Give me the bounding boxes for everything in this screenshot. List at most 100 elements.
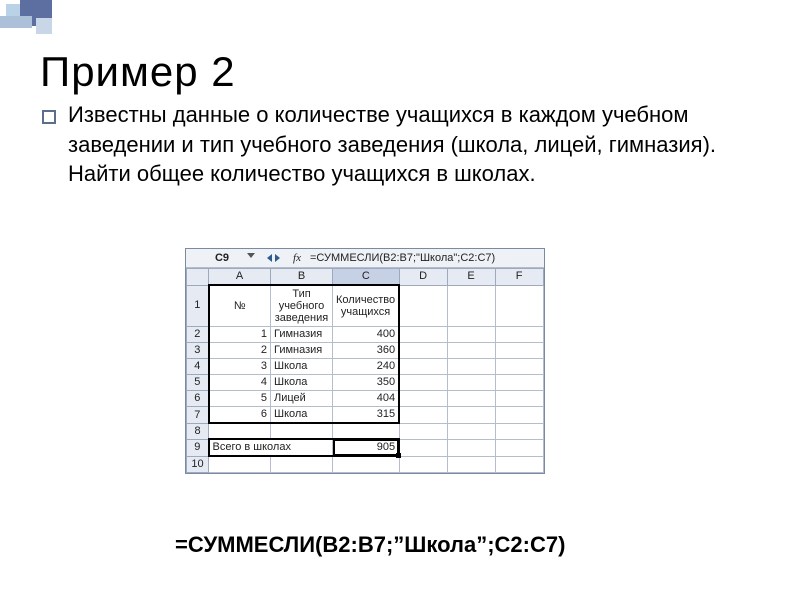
cell-E3[interactable] (447, 343, 495, 359)
data-row: 7 6 Школа 315 (187, 407, 544, 424)
cell-F10[interactable] (495, 456, 543, 472)
empty-row: 10 (187, 456, 544, 472)
row-header-8[interactable]: 8 (187, 423, 209, 439)
data-row: 6 5 Лицей 404 (187, 391, 544, 407)
cell-D7[interactable] (399, 407, 447, 424)
row-header-3[interactable]: 3 (187, 343, 209, 359)
data-row: 4 3 Школа 240 (187, 359, 544, 375)
row-header-2[interactable]: 2 (187, 327, 209, 343)
data-row: 3 2 Гимназия 360 (187, 343, 544, 359)
row-header-7[interactable]: 7 (187, 407, 209, 424)
cell-F2[interactable] (495, 327, 543, 343)
cell-D5[interactable] (399, 375, 447, 391)
cell-A1[interactable]: № (209, 285, 271, 327)
cell-A10[interactable] (209, 456, 271, 472)
cell-E5[interactable] (447, 375, 495, 391)
cell-E9[interactable] (447, 439, 495, 456)
cell-E4[interactable] (447, 359, 495, 375)
data-row: 2 1 Гимназия 400 (187, 327, 544, 343)
cell-C4[interactable]: 240 (333, 359, 400, 375)
cell-F1[interactable] (495, 285, 543, 327)
data-row: 5 4 Школа 350 (187, 375, 544, 391)
cell-B5[interactable]: Школа (271, 375, 333, 391)
cell-C10[interactable] (333, 456, 400, 472)
row-header-1[interactable]: 1 (187, 285, 209, 327)
spreadsheet: C9 fx =СУММЕСЛИ(B2:B7;"Школа";C2:C7) A B… (185, 248, 545, 474)
row-header-5[interactable]: 5 (187, 375, 209, 391)
cell-E7[interactable] (447, 407, 495, 424)
select-all-corner[interactable] (187, 269, 209, 286)
fx-label[interactable]: fx (288, 252, 306, 264)
cell-A8[interactable] (209, 423, 271, 439)
column-header-row: A B C D E F (187, 269, 544, 286)
cell-E8[interactable] (447, 423, 495, 439)
bullet-icon (42, 110, 56, 124)
cell-F6[interactable] (495, 391, 543, 407)
cell-B10[interactable] (271, 456, 333, 472)
cell-E2[interactable] (447, 327, 495, 343)
cell-B1[interactable]: Тип учебного заведения (271, 285, 333, 327)
row-header-9[interactable]: 9 (187, 439, 209, 456)
chevron-down-icon[interactable] (247, 253, 255, 258)
cell-total-label[interactable]: Всего в школах (209, 439, 333, 456)
cell-E10[interactable] (447, 456, 495, 472)
cell-D8[interactable] (399, 423, 447, 439)
col-header-F[interactable]: F (495, 269, 543, 286)
cell-F5[interactable] (495, 375, 543, 391)
cell-F7[interactable] (495, 407, 543, 424)
formula-bar: C9 fx =СУММЕСЛИ(B2:B7;"Школа";C2:C7) (186, 249, 544, 268)
col-header-D[interactable]: D (399, 269, 447, 286)
data-header-row: 1 № Тип учебного заведения Количество уч… (187, 285, 544, 327)
cell-C2[interactable]: 400 (333, 327, 400, 343)
cell-A4[interactable]: 3 (209, 359, 271, 375)
formula-nav[interactable] (258, 254, 288, 262)
row-header-4[interactable]: 4 (187, 359, 209, 375)
cell-B6[interactable]: Лицей (271, 391, 333, 407)
cell-D2[interactable] (399, 327, 447, 343)
cell-B7[interactable]: Школа (271, 407, 333, 424)
cell-E1[interactable] (447, 285, 495, 327)
cell-C1[interactable]: Количество учащихся (333, 285, 400, 327)
cell-A6[interactable]: 5 (209, 391, 271, 407)
cell-B4[interactable]: Школа (271, 359, 333, 375)
empty-row: 8 (187, 423, 544, 439)
total-row: 9 Всего в школах 905 (187, 439, 544, 456)
cell-B2[interactable]: Гимназия (271, 327, 333, 343)
name-box-value: C9 (215, 252, 229, 264)
cell-C9[interactable]: 905 (333, 439, 400, 456)
cell-F4[interactable] (495, 359, 543, 375)
row-header-6[interactable]: 6 (187, 391, 209, 407)
cell-E6[interactable] (447, 391, 495, 407)
cell-F8[interactable] (495, 423, 543, 439)
cell-F3[interactable] (495, 343, 543, 359)
col-header-B[interactable]: B (271, 269, 333, 286)
cell-A7[interactable]: 6 (209, 407, 271, 424)
cell-A2[interactable]: 1 (209, 327, 271, 343)
cell-A5[interactable]: 4 (209, 375, 271, 391)
cell-D10[interactable] (399, 456, 447, 472)
col-header-C[interactable]: C (333, 269, 400, 286)
cell-D6[interactable] (399, 391, 447, 407)
formula-caption: =СУММЕСЛИ(B2:B7;”Школа”;C2:C7) (175, 532, 565, 558)
cell-C6[interactable]: 404 (333, 391, 400, 407)
cell-A3[interactable]: 2 (209, 343, 271, 359)
slide-title: Пример 2 (40, 48, 236, 96)
cell-B8[interactable] (271, 423, 333, 439)
cell-C3[interactable]: 360 (333, 343, 400, 359)
name-box[interactable]: C9 (186, 249, 258, 267)
col-header-A[interactable]: A (209, 269, 271, 286)
slide-decoration (0, 0, 120, 36)
cell-C5[interactable]: 350 (333, 375, 400, 391)
formula-input[interactable]: =СУММЕСЛИ(B2:B7;"Школа";C2:C7) (306, 252, 544, 264)
cell-D3[interactable] (399, 343, 447, 359)
cell-B3[interactable]: Гимназия (271, 343, 333, 359)
cell-F9[interactable] (495, 439, 543, 456)
row-header-10[interactable]: 10 (187, 456, 209, 472)
cell-C8[interactable] (333, 423, 400, 439)
cell-C7[interactable]: 315 (333, 407, 400, 424)
col-header-E[interactable]: E (447, 269, 495, 286)
cell-D1[interactable] (399, 285, 447, 327)
triangle-left-icon (267, 254, 272, 262)
cell-D4[interactable] (399, 359, 447, 375)
cell-D9[interactable] (399, 439, 447, 456)
